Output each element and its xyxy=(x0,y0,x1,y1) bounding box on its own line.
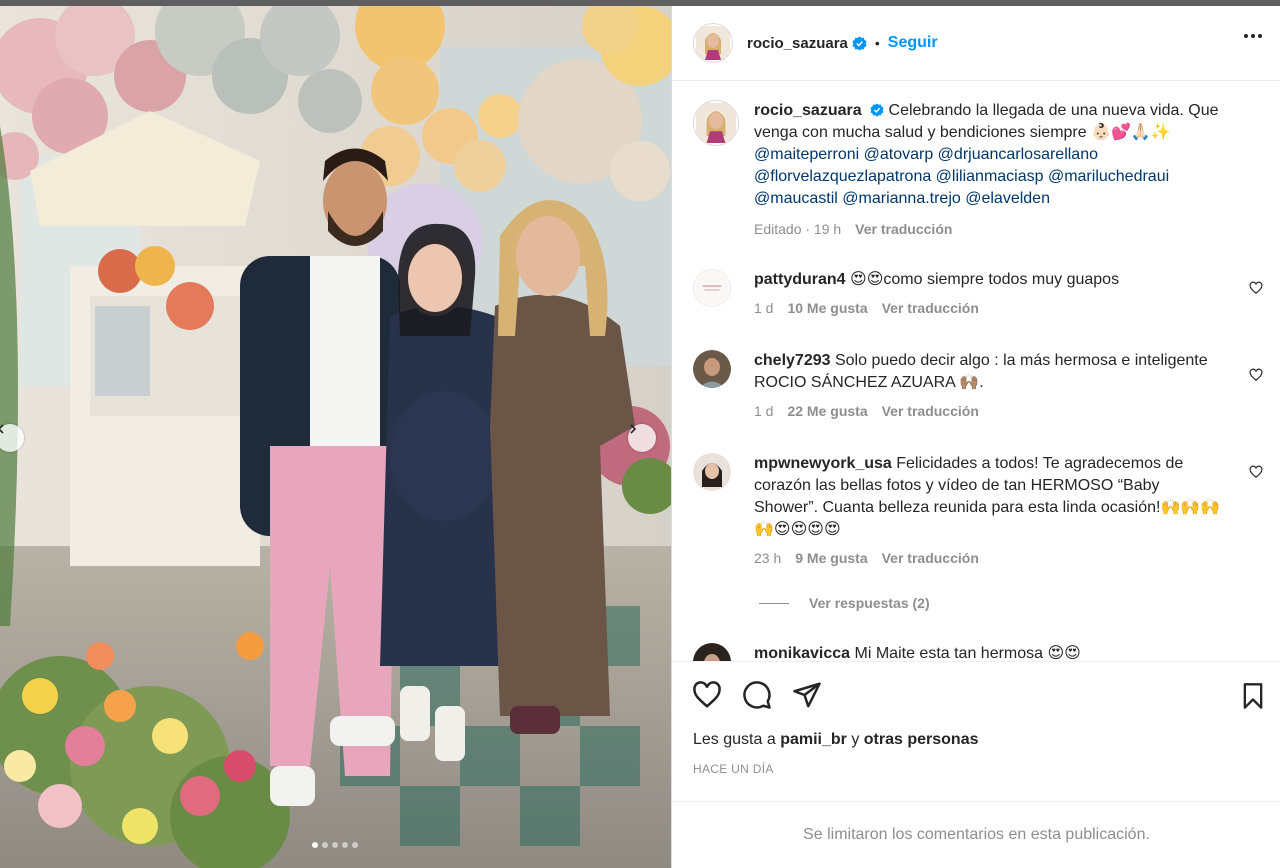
comment-meta: 23 h 9 Me gusta Ver traducción xyxy=(754,547,1224,569)
likes-and: y xyxy=(851,731,860,748)
comment-likes[interactable]: 9 Me gusta xyxy=(795,547,867,569)
comment-body: mpwnewyork_usa Felicidades a todos! Te a… xyxy=(754,453,1224,569)
avatar-image xyxy=(696,103,736,143)
comment-meta: 1 d 10 Me gusta Ver traducción xyxy=(754,297,1224,319)
carousel-dot xyxy=(342,842,348,848)
post-actions: Les gusta a pamii_br y otras personas HA… xyxy=(672,661,1280,807)
author-username[interactable]: rocio_sazuara xyxy=(747,35,848,52)
likes-prefix: Les gusta a xyxy=(693,731,776,748)
comment-username[interactable]: pattyduran4 xyxy=(754,271,846,288)
replies-divider xyxy=(759,602,789,604)
verified-icon xyxy=(870,103,884,117)
comment-time: 1 d xyxy=(754,403,774,419)
comments-limited-notice: Se limitaron los comentarios en esta pub… xyxy=(672,801,1280,868)
caption-edited: Editado · 19 h xyxy=(754,221,842,237)
commenter-avatar[interactable] xyxy=(693,269,731,307)
avatar-image xyxy=(693,350,731,388)
caption-mentions-line3[interactable]: @maucastil @marianna.trejo @elavelden xyxy=(754,188,1224,210)
share-icon[interactable] xyxy=(792,680,822,710)
comment-body: monikavicca Mi Maite esta tan hermosa 😍😍 xyxy=(754,643,1224,661)
comment-likes[interactable]: 22 Me gusta xyxy=(787,400,867,422)
heart-icon[interactable] xyxy=(1249,465,1263,479)
carousel-dot xyxy=(312,842,318,848)
header-separator: • xyxy=(874,35,880,51)
carousel-dot xyxy=(352,842,358,848)
commenter-avatar[interactable] xyxy=(693,350,731,388)
caption-avatar[interactable] xyxy=(693,100,739,146)
post-header: rocio_sazuara • Seguir xyxy=(672,6,1280,81)
comment-translate-link[interactable]: Ver traducción xyxy=(882,297,979,319)
likes-summary: Les gusta a pamii_br y otras personas xyxy=(693,731,979,749)
chevron-right-icon xyxy=(630,424,637,434)
heart-icon[interactable] xyxy=(1249,281,1263,295)
commenter-avatar[interactable] xyxy=(693,643,731,661)
carousel-dot xyxy=(322,842,328,848)
comment-meta: 1 d 22 Me gusta Ver traducción xyxy=(754,400,1224,422)
avatar-image xyxy=(694,270,730,306)
more-icon[interactable] xyxy=(1244,34,1262,38)
caption-mentions-line1[interactable]: @maiteperroni @atovarp @drjuancarlosarel… xyxy=(754,144,1224,166)
caption-text-block: rocio_sazuara Celebrando la llegada de u… xyxy=(754,100,1224,144)
post-timestamp[interactable]: HACE UN DÍA xyxy=(693,762,774,776)
post-details-panel: rocio_sazuara • Seguir rocio_sazuara Cel… xyxy=(671,6,1280,868)
photo-illustration xyxy=(0,6,671,868)
caption-username[interactable]: rocio_sazuara xyxy=(754,102,862,119)
comments-list[interactable]: rocio_sazuara Celebrando la llegada de u… xyxy=(672,81,1280,661)
comment-body: pattyduran4 😍😍como siempre todos muy gua… xyxy=(754,269,1224,319)
avatar-image xyxy=(693,643,731,661)
heart-icon[interactable] xyxy=(1249,368,1263,382)
comment-username[interactable]: mpwnewyork_usa xyxy=(754,455,892,472)
post-photo[interactable] xyxy=(0,6,671,868)
comment-text: Mi Maite esta tan hermosa 😍😍 xyxy=(854,645,1081,661)
comment-body: chely7293 Solo puedo decir algo : la más… xyxy=(754,350,1224,422)
comment-username[interactable]: monikavicca xyxy=(754,645,850,661)
caption-mentions-line2[interactable]: @florvelazquezlapatrona @lilianmaciasp @… xyxy=(754,166,1224,188)
commenter-avatar[interactable] xyxy=(693,453,731,491)
heart-icon[interactable] xyxy=(692,680,722,710)
author-avatar[interactable] xyxy=(693,23,733,63)
likes-others-link[interactable]: otras personas xyxy=(864,731,979,748)
comment-username[interactable]: chely7293 xyxy=(754,352,831,369)
carousel-dots xyxy=(312,842,358,848)
comment-time: 1 d xyxy=(754,300,774,316)
carousel-dot xyxy=(332,842,338,848)
chevron-left-icon xyxy=(0,424,4,434)
bookmark-icon[interactable] xyxy=(1239,682,1267,710)
verified-icon xyxy=(852,35,867,51)
view-replies-label[interactable]: Ver respuestas (2) xyxy=(809,595,930,611)
avatar-image xyxy=(693,453,731,491)
comment-icon[interactable] xyxy=(742,680,772,710)
avatar-image xyxy=(696,26,730,60)
comment-translate-link[interactable]: Ver traducción xyxy=(882,547,979,569)
comment-text: 😍😍como siempre todos muy guapos xyxy=(850,271,1120,288)
likes-user-link[interactable]: pamii_br xyxy=(780,731,847,748)
caption-body: rocio_sazuara Celebrando la llegada de u… xyxy=(754,100,1224,240)
caption-translate-link[interactable]: Ver traducción xyxy=(855,218,952,240)
comment-translate-link[interactable]: Ver traducción xyxy=(882,400,979,422)
comment-likes[interactable]: 10 Me gusta xyxy=(787,297,867,319)
action-icons xyxy=(692,680,822,710)
follow-button[interactable]: Seguir xyxy=(888,34,938,52)
caption-meta: Editado · 19 h Ver traducción xyxy=(754,218,1224,240)
next-photo-button[interactable] xyxy=(628,424,656,452)
view-replies-button[interactable]: Ver respuestas (2) xyxy=(759,595,930,611)
comment-time: 23 h xyxy=(754,550,782,566)
